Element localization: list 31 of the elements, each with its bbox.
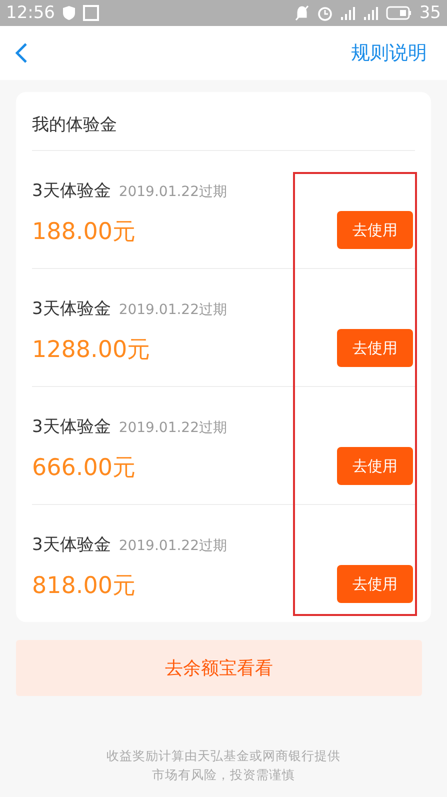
battery-level: 35 bbox=[419, 3, 441, 23]
use-button[interactable]: 去使用 bbox=[337, 447, 413, 485]
coupon-name: 3天体验金 bbox=[32, 416, 111, 438]
clock: 12:56 bbox=[6, 3, 55, 23]
expiry-date: 2019.01.22过期 bbox=[118, 537, 227, 555]
expiry-date: 2019.01.22过期 bbox=[118, 183, 227, 201]
back-icon[interactable] bbox=[14, 42, 28, 64]
signal-icon bbox=[363, 5, 380, 21]
coupon-name: 3天体验金 bbox=[32, 298, 111, 320]
coupon-amount: 188.00元 bbox=[32, 218, 136, 247]
alarm-icon bbox=[317, 5, 334, 21]
battery-icon bbox=[386, 6, 412, 20]
use-button[interactable]: 去使用 bbox=[337, 211, 413, 249]
expiry-date: 2019.01.22过期 bbox=[118, 419, 227, 437]
use-button[interactable]: 去使用 bbox=[337, 329, 413, 367]
signal-icon bbox=[340, 5, 356, 21]
rules-link[interactable]: 规则说明 bbox=[351, 40, 427, 66]
card-title: 我的体验金 bbox=[32, 92, 415, 151]
disclaimer-text: 收益奖励计算由天弘基金或网商银行提供 bbox=[106, 747, 342, 765]
mute-icon bbox=[294, 5, 310, 21]
coupon-amount: 1288.00元 bbox=[32, 336, 152, 365]
coupon-name: 3天体验金 bbox=[32, 534, 111, 556]
coupon-amount: 666.00元 bbox=[32, 454, 136, 483]
shield-icon bbox=[62, 5, 76, 21]
use-button[interactable]: 去使用 bbox=[337, 565, 413, 603]
expiry-date: 2019.01.22过期 bbox=[118, 301, 227, 319]
coupon-amount: 818.00元 bbox=[32, 572, 136, 601]
yuebao-button[interactable]: 去余额宝看看 bbox=[16, 640, 422, 696]
app-icon bbox=[83, 5, 99, 21]
coupon-name: 3天体验金 bbox=[32, 180, 111, 202]
disclaimer-text: 市场有风险，投资需谨慎 bbox=[151, 766, 296, 784]
